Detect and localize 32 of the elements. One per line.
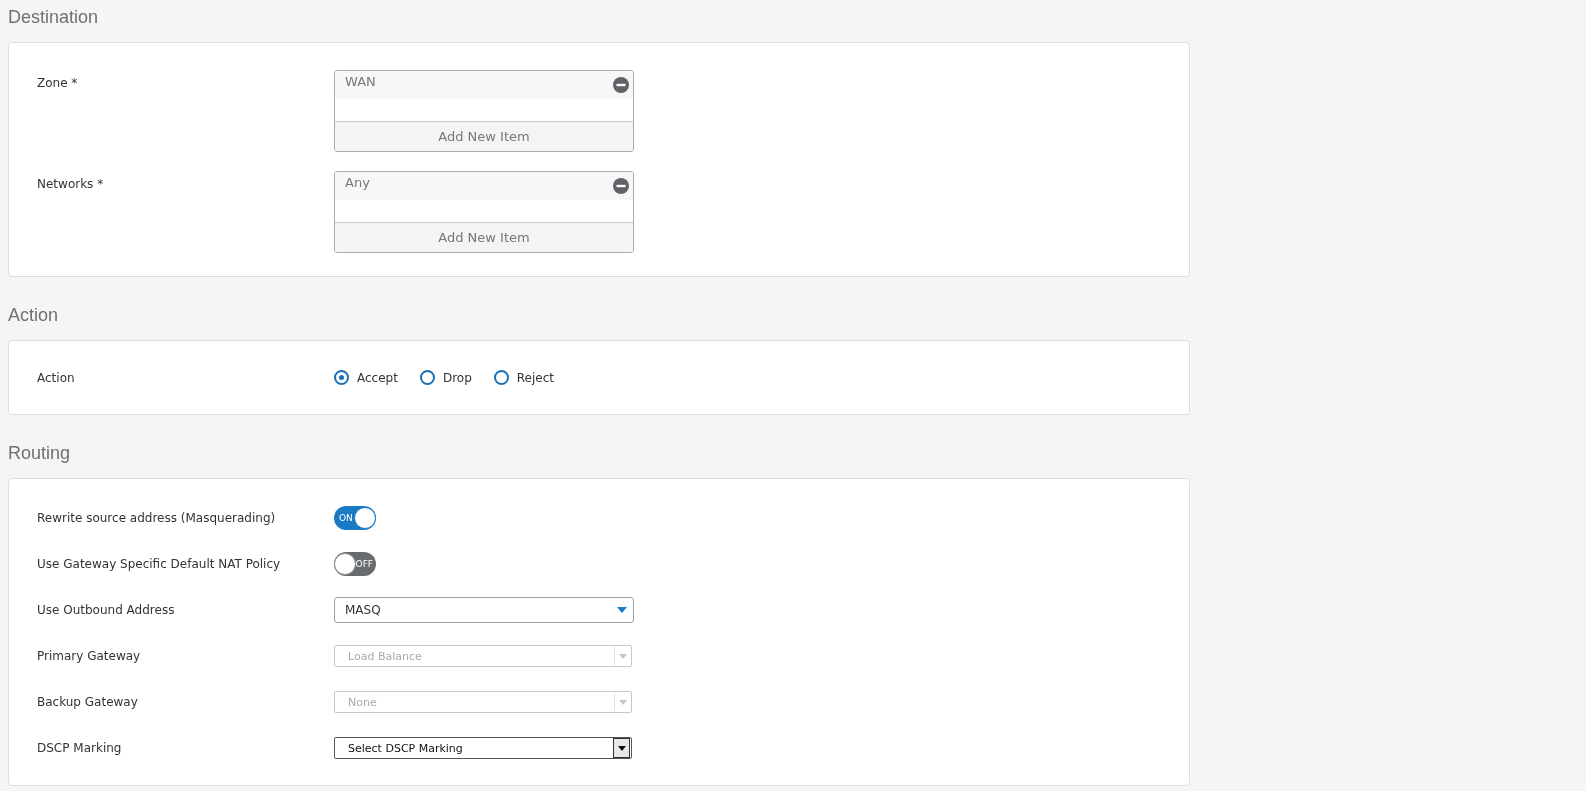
field-label: Networks * [37, 176, 105, 193]
dropdown-field[interactable]: MASQ [334, 597, 634, 623]
list-item: Any [345, 175, 370, 190]
field-label: Rewrite source address (Masquerading) [37, 511, 277, 525]
radio-label: Accept [357, 370, 398, 385]
field-label: Use Gateway Specific Default NAT Policy [37, 557, 282, 571]
toggle-switch[interactable]: ON [334, 506, 376, 530]
section-title: Destination [8, 6, 100, 29]
remove-icon[interactable] [613, 178, 629, 194]
caret-icon [614, 647, 630, 665]
field-label: Zone * [37, 75, 79, 92]
radio-button[interactable] [493, 370, 509, 385]
field-label: Action [37, 370, 76, 385]
add-item-button[interactable]: Add New Item [335, 222, 633, 252]
caret-icon [617, 607, 627, 613]
add-item-button[interactable]: Add New Item [335, 121, 633, 151]
radio-button[interactable] [419, 370, 435, 385]
caret-icon [613, 738, 630, 758]
select-field[interactable]: Select DSCP Marking [334, 737, 632, 759]
radio-label: Drop [442, 370, 472, 385]
field-label: Backup Gateway [37, 695, 139, 709]
field-label: Primary Gateway [37, 649, 142, 663]
section-title: Action [8, 304, 60, 327]
field-label: Use Outbound Address [37, 603, 176, 617]
list-item: WAN [345, 74, 376, 89]
section-title: Routing [8, 442, 72, 465]
radio-label: Reject [516, 370, 554, 385]
caret-icon [614, 693, 630, 711]
field-label: DSCP Marking [37, 741, 123, 755]
radio-button[interactable] [334, 370, 349, 385]
toggle-switch[interactable]: OFF [334, 552, 376, 576]
remove-icon[interactable] [613, 77, 629, 93]
